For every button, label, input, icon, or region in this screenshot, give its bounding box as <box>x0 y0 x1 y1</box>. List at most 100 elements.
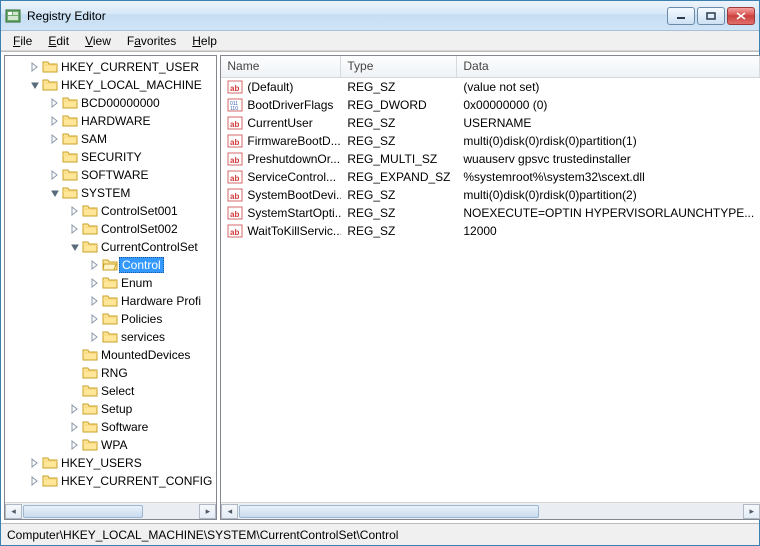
scroll-left-button[interactable]: ◂ <box>221 504 238 519</box>
tree-item-wpa[interactable]: WPA <box>5 436 216 454</box>
value-type: REG_DWORD <box>341 98 457 112</box>
chevron-right-icon[interactable] <box>69 205 81 217</box>
menu-file[interactable]: File <box>7 32 38 50</box>
tree-label: MountedDevices <box>101 348 190 362</box>
tree-item-cs1[interactable]: ControlSet001 <box>5 202 216 220</box>
list-horizontal-scrollbar[interactable]: ◂ ▸ <box>221 502 760 519</box>
tree-item-hklm[interactable]: HKEY_LOCAL_MACHINE <box>5 76 216 94</box>
list-pane: Name Type Data ab(Default)REG_SZ(value n… <box>220 55 760 520</box>
tree-item-policies[interactable]: Policies <box>5 310 216 328</box>
scroll-left-button[interactable]: ◂ <box>5 504 22 519</box>
chevron-right-icon[interactable] <box>89 259 101 271</box>
list-row[interactable]: abSystemBootDevi...REG_SZmulti(0)disk(0)… <box>221 186 760 204</box>
tree-item-sam[interactable]: SAM <box>5 130 216 148</box>
tree-item-security[interactable]: SECURITY <box>5 148 216 166</box>
tree-item-hardware[interactable]: HARDWARE <box>5 112 216 130</box>
minimize-button[interactable] <box>667 7 695 25</box>
tree-label: SOFTWARE <box>81 168 149 182</box>
scroll-thumb[interactable] <box>23 505 143 518</box>
chevron-right-icon[interactable] <box>49 115 61 127</box>
chevron-right-icon[interactable] <box>69 223 81 235</box>
tree-item-hkcc[interactable]: HKEY_CURRENT_CONFIG <box>5 472 216 490</box>
tree-item-rng[interactable]: RNG <box>5 364 216 382</box>
tree-item-enum[interactable]: Enum <box>5 274 216 292</box>
column-header-name[interactable]: Name <box>221 56 341 77</box>
tree-item-setup[interactable]: Setup <box>5 400 216 418</box>
tree-item-hkcu[interactable]: HKEY_CURRENT_USER <box>5 58 216 76</box>
chevron-right-icon[interactable] <box>89 277 101 289</box>
chevron-down-icon[interactable] <box>49 187 61 199</box>
list-row[interactable]: abFirmwareBootD...REG_SZmulti(0)disk(0)r… <box>221 132 760 150</box>
tree-label: CurrentControlSet <box>101 240 198 254</box>
tree-label: ControlSet002 <box>101 222 178 236</box>
close-button[interactable] <box>727 7 755 25</box>
chevron-right-icon[interactable] <box>29 475 41 487</box>
menu-help[interactable]: Help <box>186 32 223 50</box>
scroll-thumb[interactable] <box>239 505 539 518</box>
chevron-right-icon[interactable] <box>89 295 101 307</box>
maximize-button[interactable] <box>697 7 725 25</box>
chevron-right-icon[interactable] <box>69 403 81 415</box>
tree-item-bcd[interactable]: BCD00000000 <box>5 94 216 112</box>
chevron-right-icon[interactable] <box>29 457 41 469</box>
list-row[interactable]: abSystemStartOpti...REG_SZ NOEXECUTE=OPT… <box>221 204 760 222</box>
tree-item-mounted[interactable]: MountedDevices <box>5 346 216 364</box>
string-value-icon: ab <box>227 151 243 167</box>
chevron-right-icon[interactable] <box>89 331 101 343</box>
tree-item-hku[interactable]: HKEY_USERS <box>5 454 216 472</box>
svg-text:ab: ab <box>230 174 239 183</box>
chevron-right-icon[interactable] <box>29 61 41 73</box>
list-row[interactable]: abPreshutdownOr...REG_MULTI_SZwuauserv g… <box>221 150 760 168</box>
chevron-right-icon[interactable] <box>89 313 101 325</box>
tree-item-select[interactable]: Select <box>5 382 216 400</box>
tree-item-software[interactable]: SOFTWARE <box>5 166 216 184</box>
folder-icon <box>82 348 98 362</box>
scroll-right-button[interactable]: ▸ <box>199 504 216 519</box>
folder-icon <box>102 294 118 308</box>
column-header-type[interactable]: Type <box>341 56 457 77</box>
scroll-track[interactable] <box>238 504 743 519</box>
chevron-right-icon[interactable] <box>49 133 61 145</box>
list-row[interactable]: abCurrentUserREG_SZUSERNAME <box>221 114 760 132</box>
chevron-down-icon[interactable] <box>69 241 81 253</box>
column-header-data[interactable]: Data <box>457 56 760 77</box>
tree-item-hwprof[interactable]: Hardware Profi <box>5 292 216 310</box>
list-view[interactable]: ab(Default)REG_SZ(value not set)011110Bo… <box>221 78 760 502</box>
tree-item-ccs[interactable]: CurrentControlSet <box>5 238 216 256</box>
string-value-icon: ab <box>227 133 243 149</box>
tree-horizontal-scrollbar[interactable]: ◂ ▸ <box>5 502 216 519</box>
value-name: FirmwareBootD... <box>247 134 340 148</box>
chevron-right-icon[interactable] <box>69 439 81 451</box>
tree-item-control[interactable]: Control <box>5 256 216 274</box>
status-path: Computer\HKEY_LOCAL_MACHINE\SYSTEM\Curre… <box>7 528 398 542</box>
binary-value-icon: 011110 <box>227 97 243 113</box>
list-row[interactable]: ab(Default)REG_SZ(value not set) <box>221 78 760 96</box>
list-row[interactable]: abWaitToKillServic...REG_SZ12000 <box>221 222 760 240</box>
menu-view[interactable]: View <box>79 32 117 50</box>
tree-item-software2[interactable]: Software <box>5 418 216 436</box>
tree-item-services[interactable]: services <box>5 328 216 346</box>
tree-item-system[interactable]: SYSTEM <box>5 184 216 202</box>
scroll-right-button[interactable]: ▸ <box>743 504 760 519</box>
scroll-track[interactable] <box>22 504 199 519</box>
chevron-down-icon[interactable] <box>29 79 41 91</box>
titlebar: Registry Editor <box>1 1 759 31</box>
tree-view[interactable]: HKEY_CURRENT_USERHKEY_LOCAL_MACHINEBCD00… <box>5 56 216 502</box>
tree-item-cs2[interactable]: ControlSet002 <box>5 220 216 238</box>
list-row[interactable]: 011110BootDriverFlagsREG_DWORD0x00000000… <box>221 96 760 114</box>
menu-favorites[interactable]: Favorites <box>121 32 182 50</box>
chevron-right-icon[interactable] <box>69 421 81 433</box>
value-name: SystemStartOpti... <box>247 206 341 220</box>
menu-edit[interactable]: Edit <box>42 32 75 50</box>
svg-text:110: 110 <box>230 106 238 112</box>
twisty-none <box>69 385 81 397</box>
chevron-right-icon[interactable] <box>49 169 61 181</box>
tree-label: Software <box>101 420 148 434</box>
tree-label: Hardware Profi <box>121 294 201 308</box>
chevron-right-icon[interactable] <box>49 97 61 109</box>
window-title: Registry Editor <box>27 9 667 23</box>
tree-label: ControlSet001 <box>101 204 178 218</box>
folder-icon <box>82 204 98 218</box>
list-row[interactable]: abServiceControl...REG_EXPAND_SZ%systemr… <box>221 168 760 186</box>
tree-label: Setup <box>101 402 132 416</box>
